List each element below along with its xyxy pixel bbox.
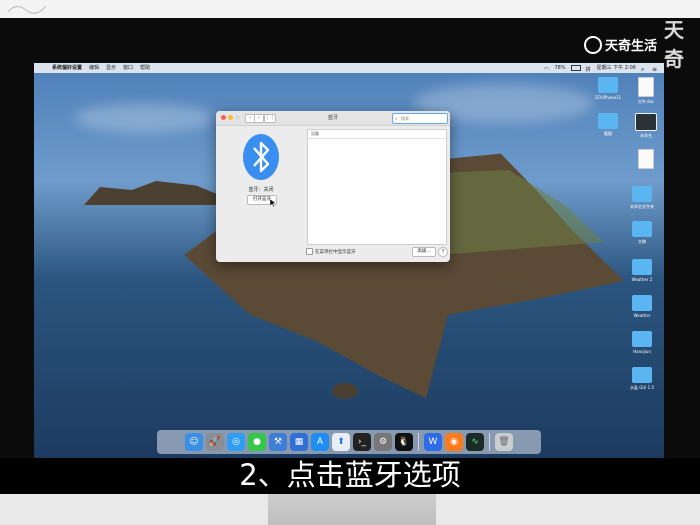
- folder-icon: [598, 77, 618, 93]
- folder-icon: [632, 295, 652, 311]
- desktop-icon-label: Weather: [633, 313, 651, 318]
- trash-icon[interactable]: 🗑: [495, 433, 513, 451]
- finder-icon[interactable]: ☺: [185, 433, 203, 451]
- desktop-folder-icon[interactable]: 未命名文件夹: [620, 186, 664, 210]
- wps-icon[interactable]: W: [424, 433, 442, 451]
- outer-background-top: [0, 0, 700, 18]
- paper-scribble: [7, 5, 47, 14]
- desktop-icon-label: ZOUPhone11: [594, 95, 622, 100]
- desktop-folder-icon[interactable]: 水晶 GUI 1.5: [620, 367, 664, 391]
- menu-help[interactable]: 帮助: [140, 63, 150, 73]
- mouse-pointer-icon: [270, 199, 276, 207]
- wallpaper-rock: [502, 276, 536, 298]
- search-icon: ⌕: [395, 116, 398, 121]
- firefox-icon[interactable]: ◉: [445, 433, 463, 451]
- menu-edit[interactable]: 编辑: [89, 63, 99, 73]
- search-icon[interactable]: ⌕: [641, 65, 647, 73]
- wifi-icon[interactable]: ◠: [543, 65, 549, 73]
- devices-header: 设备: [308, 130, 446, 139]
- desktop-icon-label: 水晶 GUI 1.5: [629, 385, 655, 390]
- desktop-icon-label: 未命名文件夹: [630, 204, 654, 209]
- wallpaper-rock: [332, 383, 358, 399]
- folder-icon: [632, 259, 652, 275]
- folder-icon: [632, 331, 652, 347]
- system-preferences-icon[interactable]: ⚙: [374, 433, 392, 451]
- show-in-menubar-label: 在菜单栏中显示蓝牙: [315, 249, 356, 255]
- desktop-folder-icon[interactable]: Hanojiun: [620, 331, 664, 354]
- devices-list[interactable]: 设备: [307, 129, 447, 245]
- input-source-icon[interactable]: 拼: [586, 65, 592, 73]
- control-center-icon[interactable]: ≡: [652, 65, 658, 73]
- advanced-button[interactable]: 高级...: [412, 247, 436, 257]
- battery-percent: 78%: [554, 65, 566, 71]
- dock-separator: [418, 433, 419, 451]
- desktop-icon-label: 文稿: [638, 239, 646, 244]
- battery-icon[interactable]: [570, 65, 581, 71]
- desktop-icon-label: Hanojiun: [633, 349, 651, 354]
- desktop-photo-icon[interactable]: 未命名: [624, 113, 664, 139]
- help-button[interactable]: ?: [438, 247, 448, 257]
- document-icon: [638, 149, 654, 169]
- window-titlebar: ‹ › ⋮⋮ 蓝牙 ⌕ 搜索: [216, 111, 450, 126]
- menubar-clock[interactable]: 星期三 下午 2:06: [597, 63, 636, 73]
- photo-thumbnail-icon: [635, 113, 657, 131]
- desktop-folder-icon[interactable]: Weather 2: [620, 259, 664, 282]
- step-caption: 2、点击蓝牙选项: [239, 458, 461, 492]
- app-menus: 系统偏好设置 编辑 显示 窗口 帮助: [52, 63, 150, 73]
- menu-bar: 系统偏好设置 编辑 显示 窗口 帮助 ◠ 78% 拼 星期三 下午 2:06 ⌕…: [34, 63, 664, 73]
- watermark: 天奇生活: [584, 35, 657, 54]
- sky-cloud: [74, 103, 214, 133]
- wechat-icon[interactable]: ●: [248, 433, 266, 451]
- bluetooth-status-text: 蓝牙：关闭: [248, 187, 274, 193]
- desktop-file-icon[interactable]: 文件.doc: [624, 77, 664, 105]
- desktop-icon-label: 截图: [604, 131, 612, 136]
- desktop-file-icon[interactable]: [624, 149, 664, 171]
- qq-icon[interactable]: 🐧: [395, 433, 413, 451]
- status-area: ◠ 78% 拼 星期三 下午 2:06 ⌕ ≡: [543, 63, 658, 73]
- desktop-folder-icon[interactable]: 文稿: [620, 221, 664, 245]
- folder-icon: [632, 221, 652, 237]
- folder-icon: [632, 367, 652, 383]
- safari-icon[interactable]: ◎: [227, 433, 245, 451]
- menu-view[interactable]: 显示: [106, 63, 116, 73]
- bluetooth-icon: [243, 134, 279, 180]
- terminal-icon[interactable]: ›_: [353, 433, 371, 451]
- watermark-logo-icon: [584, 35, 602, 54]
- desktop-icon-label: 未命名: [640, 133, 652, 138]
- app-store-icon[interactable]: A: [311, 433, 329, 451]
- dock: ☺ 🚀 ◎ ● ⚒ ▦ A ⬆ ›_ ⚙ 🐧 W ◉ ∿ 🗑: [157, 430, 541, 454]
- corner-brand-text: 天奇: [664, 18, 685, 71]
- desktop-icon-label: 文件.doc: [637, 99, 655, 104]
- folder-icon: [632, 186, 652, 202]
- launchpad-icon[interactable]: 🚀: [206, 433, 224, 451]
- menu-window[interactable]: 窗口: [123, 63, 133, 73]
- bluetooth-preferences-window: ‹ › ⋮⋮ 蓝牙 ⌕ 搜索 蓝牙：关闭 打开蓝牙 设备 在菜单栏中显示蓝牙 高…: [216, 111, 450, 262]
- upload-icon[interactable]: ⬆: [332, 433, 350, 451]
- monitor-stand: [268, 494, 436, 525]
- search-field[interactable]: ⌕ 搜索: [392, 113, 448, 124]
- document-icon: [638, 77, 654, 97]
- watermark-text: 天奇生活: [605, 39, 658, 54]
- desktop-icon-label: Weather 2: [631, 277, 653, 282]
- desktop-screen: 系统偏好设置 编辑 显示 窗口 帮助 ◠ 78% 拼 星期三 下午 2:06 ⌕…: [34, 63, 664, 458]
- activity-monitor-icon[interactable]: ∿: [466, 433, 484, 451]
- search-placeholder: 搜索: [401, 116, 409, 121]
- app-icon[interactable]: ▦: [290, 433, 308, 451]
- xcode-icon[interactable]: ⚒: [269, 433, 287, 451]
- folder-icon: [598, 113, 618, 129]
- show-in-menubar-checkbox[interactable]: [306, 248, 313, 255]
- desktop-folder-icon[interactable]: Weather: [620, 295, 664, 318]
- menu-app-name[interactable]: 系统偏好设置: [52, 63, 82, 73]
- show-in-menubar-option[interactable]: 在菜单栏中显示蓝牙: [306, 248, 356, 255]
- dock-separator: [489, 433, 490, 451]
